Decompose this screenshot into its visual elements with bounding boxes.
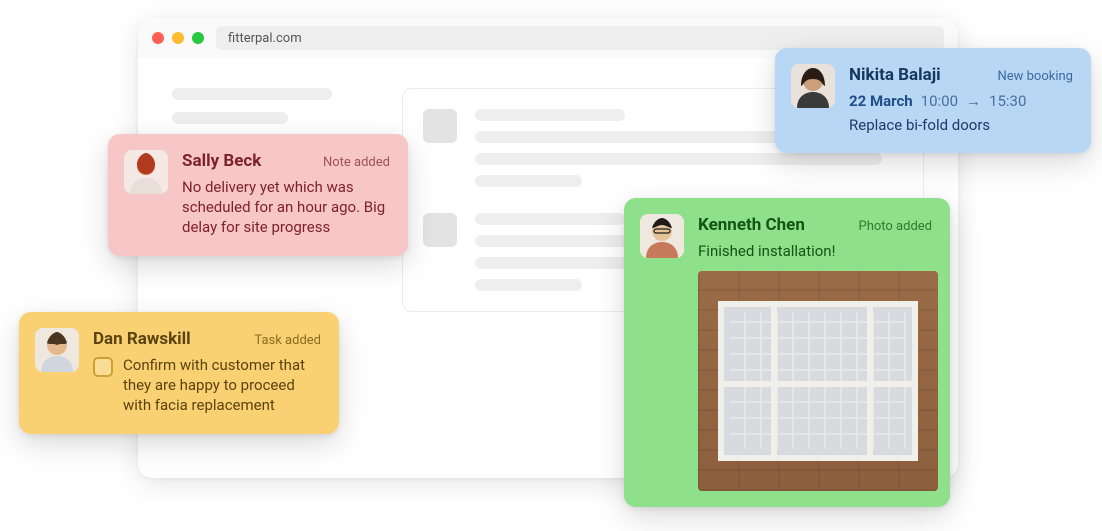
user-name: Nikita Balaji [849,64,941,87]
booking-end: 15:30 [989,91,1026,111]
attached-photo[interactable] [698,271,938,491]
traffic-lights [152,32,204,44]
task-text: Confirm with customer that they are happ… [123,355,321,416]
task-card-dan[interactable]: Dan Rawskill Task added Confirm with cus… [19,312,339,434]
placeholder-line [475,213,625,225]
booking-card-nikita[interactable]: Nikita Balaji New booking 22 March 10:00… [775,48,1091,153]
avatar [791,64,835,108]
booking-job: Replace bi-fold doors [849,115,1073,135]
booking-time: 22 March 10:00 → 15:30 [849,91,1073,111]
booking-date: 22 March [849,91,913,111]
placeholder-line [475,109,625,121]
placeholder-line [475,175,582,187]
note-text: No delivery yet which was scheduled for … [182,177,390,238]
placeholder-line [172,88,332,100]
activity-badge: New booking [997,68,1073,86]
activity-badge: Photo added [859,218,933,236]
photo-caption: Finished installation! [698,241,932,261]
placeholder-line [475,279,582,291]
task-checkbox[interactable] [93,357,113,377]
photo-card-kenneth[interactable]: Kenneth Chen Photo added Finished instal… [624,198,950,507]
note-card-sally[interactable]: Sally Beck Note added No delivery yet wh… [108,134,408,256]
activity-badge: Note added [323,154,390,172]
user-name: Dan Rawskill [93,328,191,351]
address-bar[interactable]: fitterpal.com [216,26,944,50]
maximize-icon[interactable] [192,32,204,44]
avatar [640,214,684,258]
placeholder-square [423,213,457,247]
user-name: Sally Beck [182,150,261,173]
close-icon[interactable] [152,32,164,44]
avatar [124,150,168,194]
placeholder-line [475,153,882,165]
arrow-right-icon: → [966,91,981,111]
placeholder-square [423,109,457,143]
booking-start: 10:00 [921,91,958,111]
avatar [35,328,79,372]
address-url: fitterpal.com [228,31,302,46]
user-name: Kenneth Chen [698,214,805,237]
activity-badge: Task added [254,332,321,350]
minimize-icon[interactable] [172,32,184,44]
placeholder-line [172,112,288,124]
